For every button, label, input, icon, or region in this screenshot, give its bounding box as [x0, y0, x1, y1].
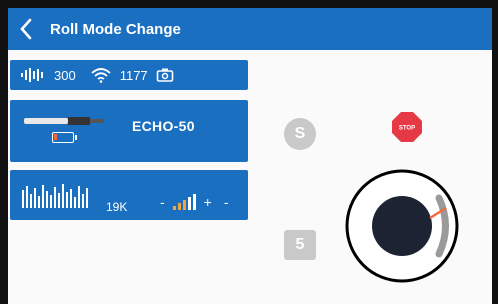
- title-bar: Roll Mode Change: [8, 8, 492, 50]
- wifi-icon: [91, 68, 111, 83]
- sonar-signal-icon: [21, 68, 43, 82]
- status-card: 300 1177: [10, 60, 248, 90]
- app-screen: Roll Mode Change 300 1177 ECHO-50 19K - …: [8, 8, 492, 304]
- stop-sign-icon[interactable]: STOP: [391, 111, 423, 143]
- stop-label: STOP: [399, 126, 415, 132]
- battery-icon: [52, 132, 77, 143]
- gain-control: - + -: [160, 194, 229, 210]
- gain-reset-button[interactable]: -: [224, 194, 229, 210]
- range-value: 19K: [106, 200, 128, 214]
- probe-icon: [24, 117, 104, 125]
- page-title: Roll Mode Change: [50, 20, 181, 38]
- back-button[interactable]: [12, 8, 40, 50]
- gain-bar: [187, 197, 191, 210]
- sonar-settings-card[interactable]: 19K - + -: [10, 170, 248, 220]
- gain-decrease-button[interactable]: -: [160, 194, 165, 210]
- joystick-dial-icon[interactable]: [344, 168, 460, 284]
- gain-bars-icon: [172, 194, 196, 210]
- mode-s-button[interactable]: S: [284, 118, 316, 150]
- camera-icon: [156, 68, 173, 82]
- gain-bar: [192, 194, 196, 210]
- wifi-value: 1177: [119, 67, 148, 83]
- gain-increase-button[interactable]: +: [204, 194, 212, 210]
- mode-5-button[interactable]: 5: [284, 230, 316, 260]
- device-card[interactable]: ECHO-50: [10, 100, 248, 162]
- back-chevron-icon: [20, 18, 32, 40]
- device-name: ECHO-50: [132, 118, 195, 134]
- gain-bar: [172, 206, 176, 210]
- waveform-icon: [22, 184, 88, 208]
- gain-bar: [177, 203, 181, 210]
- gain-bar: [182, 200, 186, 210]
- sonar-value: 300: [54, 67, 76, 83]
